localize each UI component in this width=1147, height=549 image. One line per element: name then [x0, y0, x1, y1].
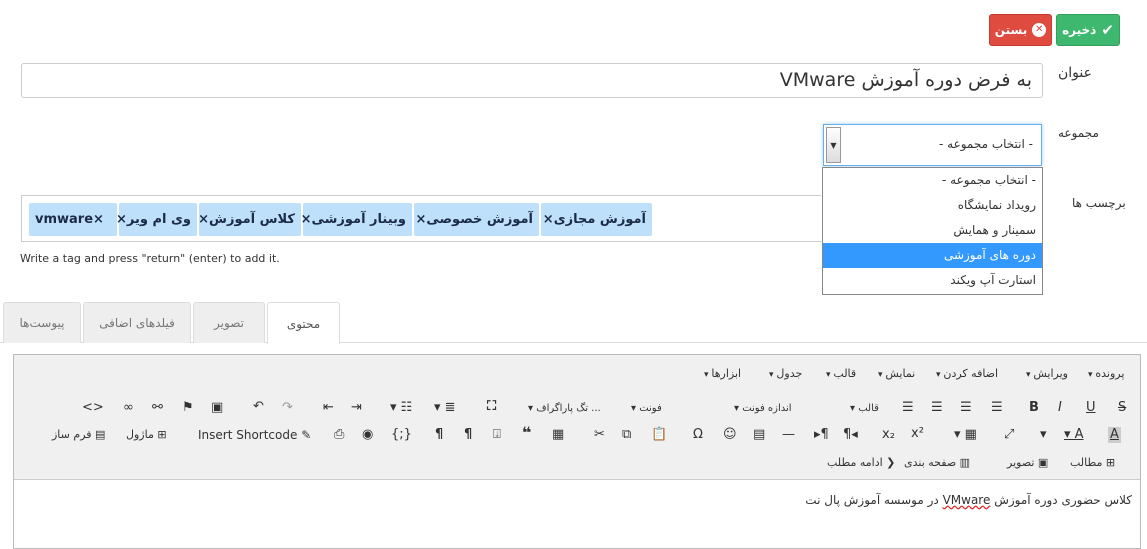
tag-chip[interactable]: کلاس آموزش× — [198, 203, 301, 236]
tag-chip[interactable]: vmware× — [29, 203, 117, 236]
category-option[interactable]: سمینار و همایش — [823, 218, 1042, 243]
menu-table[interactable]: جدول — [769, 367, 802, 380]
menu-format[interactable]: قالب — [826, 367, 856, 380]
redo-icon[interactable]: ↷ — [282, 400, 293, 416]
nonbreaking-icon[interactable]: ¶ — [435, 427, 443, 443]
bookmark-icon[interactable]: ⚑ — [182, 400, 194, 416]
preview-icon[interactable]: ◉ — [362, 427, 373, 443]
save-button-label: ذخیره — [1062, 23, 1097, 37]
strikethrough-icon[interactable]: S — [1118, 400, 1126, 416]
content-text: VMware — [942, 493, 991, 507]
tags-hint: Write a tag and press "return" (enter) t… — [20, 252, 280, 265]
content-text: کلاس حضوری دوره آموزش — [990, 493, 1132, 507]
align-right-icon[interactable]: ☰ — [960, 400, 972, 416]
image-button[interactable]: تصویر ▣ — [1007, 455, 1048, 471]
menu-file[interactable]: پرونده — [1088, 367, 1124, 380]
unlink-icon[interactable]: ⚯ — [152, 400, 163, 416]
blockquote-icon[interactable]: ❝ — [522, 425, 531, 441]
tags-input[interactable]: آموزش مجازی× آموزش خصوصی× وبینار آموزشی×… — [21, 195, 821, 242]
align-center-icon[interactable]: ☰ — [931, 400, 943, 416]
table-icon[interactable]: ▾ ▦ — [954, 427, 977, 443]
bold-icon[interactable]: B — [1029, 400, 1039, 416]
editor-content[interactable]: کلاس حضوری دوره آموزش VMware در موسسه آم… — [805, 493, 1132, 507]
font-size-select[interactable]: ▾ اندازه فونت — [734, 401, 792, 417]
numbered-list-icon[interactable]: ▾ ≣ — [434, 400, 456, 416]
category-label: مجموعه — [1058, 126, 1099, 140]
italic-icon[interactable]: I — [1058, 400, 1062, 416]
article-button[interactable]: مطالب ⊞ — [1070, 455, 1115, 471]
editor-toolbar: پرونده ویرایش اضافه کردن نمایش قالب جدول… — [14, 355, 1140, 480]
category-select[interactable]: ▼ - انتخاب مجموعه - — [823, 124, 1042, 166]
paste-icon[interactable]: 📋 — [651, 427, 667, 443]
media-icon[interactable]: ▤ — [753, 427, 765, 443]
ltr-direction-icon[interactable]: ▸¶ — [814, 427, 829, 443]
menu-tools[interactable]: ابزارها — [704, 367, 741, 380]
superscript-icon[interactable]: x² — [911, 426, 924, 442]
dropdown-arrow-icon[interactable]: ▼ — [826, 127, 841, 163]
tag-chip[interactable]: آموزش مجازی× — [541, 203, 652, 236]
text-color-icon[interactable]: ▾ A — [1064, 427, 1084, 443]
close-icon: ✕ — [1032, 23, 1047, 37]
tag-chip[interactable]: وی ام ویر× — [116, 203, 197, 236]
category-option[interactable]: استارت آپ ویکند — [823, 268, 1042, 293]
link-icon[interactable]: ∞ — [123, 400, 134, 416]
insert-shortcode-button[interactable]: Insert Shortcode ✎ — [198, 427, 311, 443]
align-left-icon[interactable]: ☰ — [902, 400, 914, 416]
close-button[interactable]: ✕ بستن — [989, 14, 1052, 46]
insert-image-icon[interactable]: ▣ — [211, 400, 223, 416]
category-option[interactable]: رویداد نمایشگاه — [823, 193, 1042, 218]
fullscreen-icon[interactable]: ⤢ — [1004, 427, 1014, 443]
tab-attachments[interactable]: پیوست‌ها — [3, 302, 81, 343]
font-family-select[interactable]: ▾ فونت — [631, 401, 662, 417]
tag-chip[interactable]: آموزش خصوصی× — [414, 203, 539, 236]
template-icon[interactable]: {;} — [391, 427, 412, 443]
category-option-highlighted[interactable]: دوره های آموزشی — [823, 243, 1042, 268]
subscript-icon[interactable]: x₂ — [882, 427, 895, 443]
pagebreak-button[interactable]: صفحه بندی ▥ — [904, 455, 970, 471]
indent-icon[interactable]: ⇥ — [351, 400, 362, 416]
tab-extra-fields[interactable]: فیلدهای اضافی — [83, 302, 191, 343]
tab-image[interactable]: تصویر — [193, 302, 265, 343]
rtl-direction-icon[interactable]: ¶◂ — [843, 427, 858, 443]
form-builder-button[interactable]: فرم ساز ▤ — [52, 427, 105, 443]
background-color-icon[interactable]: A — [1108, 427, 1121, 443]
special-char-icon[interactable]: Ω — [693, 427, 703, 443]
insert-datetime-icon[interactable]: ⍗ — [493, 427, 501, 443]
horizontal-rule-icon[interactable]: — — [782, 427, 795, 443]
readmore-button[interactable]: ادامه مطلب ❯ — [827, 455, 895, 471]
title-label: عنوان — [1058, 65, 1092, 81]
text-color-dropdown-icon[interactable]: ▾ — [1040, 427, 1047, 443]
justify-icon[interactable]: ☰ — [991, 400, 1003, 416]
bullet-list-icon[interactable]: ▾ ☷ — [390, 400, 412, 416]
tab-content[interactable]: محتوی — [267, 302, 340, 344]
title-input[interactable]: به فرض دوره آموزش VMware — [21, 63, 1043, 98]
menu-edit[interactable]: ویرایش — [1026, 367, 1068, 380]
tag-chip[interactable]: وبینار آموزشی× — [301, 203, 412, 236]
close-button-label: بستن — [994, 23, 1028, 37]
undo-icon[interactable]: ↶ — [253, 399, 264, 415]
menu-view[interactable]: نمایش — [878, 367, 915, 380]
source-code-icon[interactable]: <> — [82, 400, 104, 416]
category-selected-value: - انتخاب مجموعه - — [938, 137, 1033, 151]
emoticons-icon[interactable]: ☺ — [723, 427, 737, 443]
checkmark-icon: ✔ — [1101, 21, 1114, 39]
module-button[interactable]: ماژول ⊞ — [126, 427, 167, 443]
cut-icon[interactable]: ✂ — [594, 427, 605, 443]
save-button[interactable]: ✔ ذخیره — [1056, 14, 1120, 46]
underline-icon[interactable]: U — [1086, 400, 1096, 416]
find-replace-icon[interactable]: ⛶ — [487, 399, 496, 415]
outdent-icon[interactable]: ⇤ — [323, 400, 334, 416]
copy-icon[interactable]: ⧉ — [622, 427, 631, 443]
visual-chars-icon[interactable]: ¶ — [464, 427, 472, 443]
category-dropdown-list: - انتخاب مجموعه - رویداد نمایشگاه سمینار… — [822, 167, 1043, 295]
format-select[interactable]: ▾ قالب — [850, 401, 879, 417]
print-icon[interactable]: ⎙ — [334, 427, 344, 443]
select-all-icon[interactable]: ▦ — [552, 427, 564, 443]
tags-label: برچسب ها — [1072, 196, 1126, 210]
paragraph-select[interactable]: ▾ تگ پاراگراف ... — [528, 401, 601, 417]
content-text: در موسسه آموزش پال نت — [805, 493, 943, 507]
category-option[interactable]: - انتخاب مجموعه - — [823, 168, 1042, 193]
rich-text-editor: پرونده ویرایش اضافه کردن نمایش قالب جدول… — [13, 354, 1141, 549]
menu-insert[interactable]: اضافه کردن — [936, 367, 998, 380]
